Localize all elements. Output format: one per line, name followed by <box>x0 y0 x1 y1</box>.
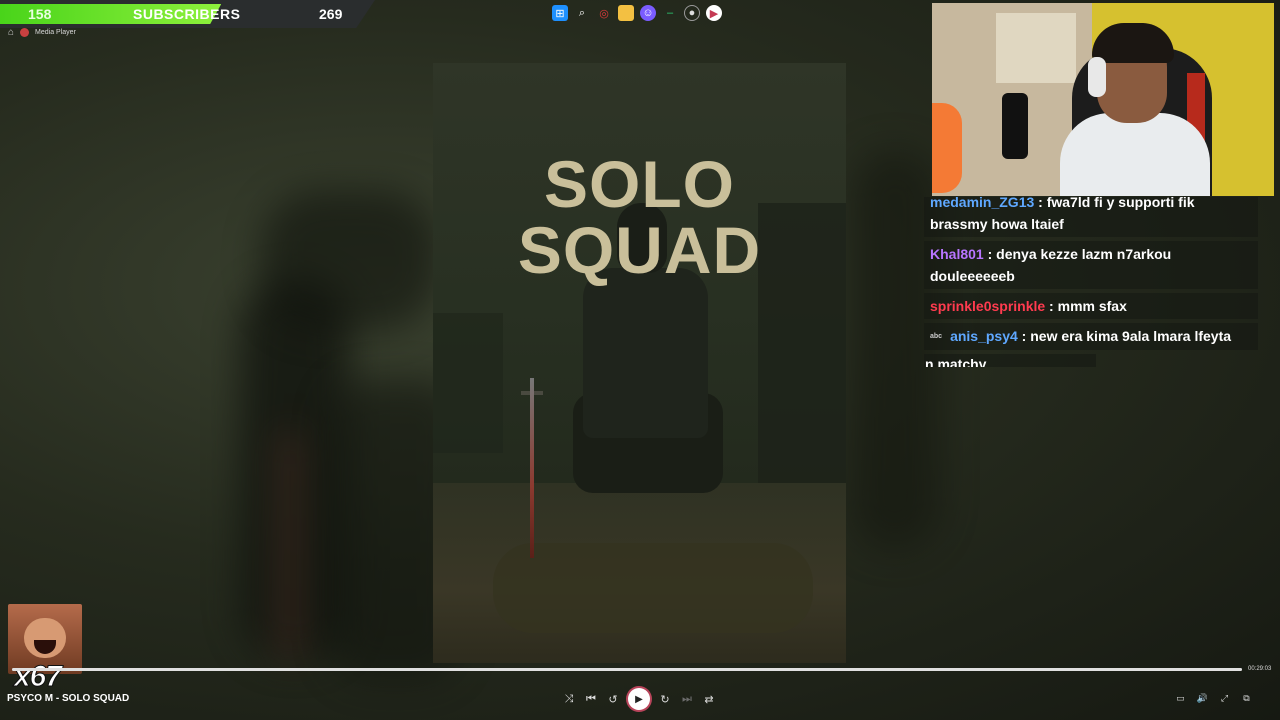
rewind-icon[interactable]: ↺ <box>606 689 620 709</box>
background-blur <box>280 430 300 660</box>
app-red-icon[interactable]: ◎ <box>596 5 612 21</box>
app-green-icon[interactable]: ‒ <box>662 5 678 21</box>
chat-username: Khal801 <box>930 246 984 262</box>
chat-message: Khal801 : denya kezze lazm n7arkou doule… <box>924 241 1258 289</box>
chat-username: medamin_ZG13 <box>930 197 1035 210</box>
webcam-headset <box>1088 57 1106 97</box>
chat-overlay: medamin_ZG13 : fwa7ld fi y supporti fik … <box>924 197 1258 367</box>
forward-icon[interactable]: ↻ <box>658 689 672 709</box>
shuffle-icon[interactable]: ⤨ <box>562 689 576 709</box>
media-player-app-icon <box>20 27 30 37</box>
next-icon[interactable]: ⏭ <box>680 689 694 709</box>
chat-message: abc anis_psy4 : new era kima 9ala lmara l… <box>924 323 1258 351</box>
volume-icon[interactable]: 🔊 <box>1196 692 1209 705</box>
search-icon[interactable]: ⌕ <box>574 5 590 21</box>
stream-screen: 158 SUBSCRIBERS 269 ⊞ ⌕ ◎ ☺ ‒ ● ▶ ⌂ Medi… <box>0 0 1280 720</box>
subscriber-count: 158 <box>28 6 52 22</box>
background-blur <box>260 190 440 330</box>
more-icon[interactable]: ⧉ <box>1240 692 1253 705</box>
chat-message-continued: n matchy <box>924 354 1096 367</box>
webcam-posters <box>996 13 1076 83</box>
webcam-feed <box>932 3 1274 196</box>
webcam-shirt <box>1060 113 1210 196</box>
cover-sword <box>530 378 534 558</box>
seek-bar-fill <box>12 668 1242 671</box>
emote-counter: x67 <box>13 660 62 694</box>
repeat-off-icon[interactable]: ⇄ <box>702 689 716 709</box>
media-player-icon[interactable]: ▶ <box>706 5 722 21</box>
playback-controls: ⤨ ⏮ ↺ ▶ ↻ ⏭ ⇄ <box>562 688 716 710</box>
discord-icon[interactable]: ☺ <box>640 5 656 21</box>
play-button[interactable]: ▶ <box>628 688 650 710</box>
app-titlebar: ⌂ Media Player <box>8 26 76 38</box>
chat-username: sprinkle0sprinkle <box>930 298 1046 314</box>
play-icon: ▶ <box>635 693 643 705</box>
taskbar: ⊞ ⌕ ◎ ☺ ‒ ● ▶ <box>552 3 722 23</box>
app-title: Media Player <box>35 28 76 36</box>
cover-ruin <box>433 313 503 453</box>
chat-message: medamin_ZG13 : fwa7ld fi y supporti fik … <box>924 197 1258 237</box>
cover-bodies <box>493 543 813 633</box>
previous-icon[interactable]: ⏮ <box>584 689 598 709</box>
miniplayer-icon[interactable]: ▭ <box>1174 692 1187 705</box>
chat-text: new era kima 9ala lmara lfeyta <box>1030 328 1232 344</box>
webcam-microphone <box>1002 93 1028 159</box>
subscriber-goal: 269 <box>319 6 343 22</box>
home-icon[interactable]: ⌂ <box>8 27 14 38</box>
fullscreen-icon[interactable]: ⤢ <box>1218 692 1231 705</box>
webcam-light <box>932 103 962 193</box>
webcam-hair <box>1092 23 1174 63</box>
seek-bar[interactable] <box>12 668 1242 671</box>
chat-badge: abc <box>930 333 943 341</box>
chat-message: sprinkle0sprinkle : mmm sfax <box>924 293 1258 319</box>
chat-username: anis_psy4 <box>950 328 1018 344</box>
track-name: PSYCO M - SOLO SQUAD <box>7 693 130 704</box>
album-cover: SOLO SQUAD <box>433 63 846 663</box>
cover-soldier-body <box>583 268 708 438</box>
player-right-controls: ▭ 🔊 ⤢ ⧉ <box>1174 692 1253 705</box>
track-time: 00:29:03 <box>1248 666 1272 672</box>
app-record-icon[interactable]: ● <box>684 5 700 21</box>
chat-text: mmm sfax <box>1057 298 1127 314</box>
folder-icon[interactable] <box>618 5 634 21</box>
windows-icon[interactable]: ⊞ <box>552 5 568 21</box>
subscriber-label: SUBSCRIBERS <box>133 6 241 22</box>
album-title: SOLO SQUAD <box>517 147 762 287</box>
